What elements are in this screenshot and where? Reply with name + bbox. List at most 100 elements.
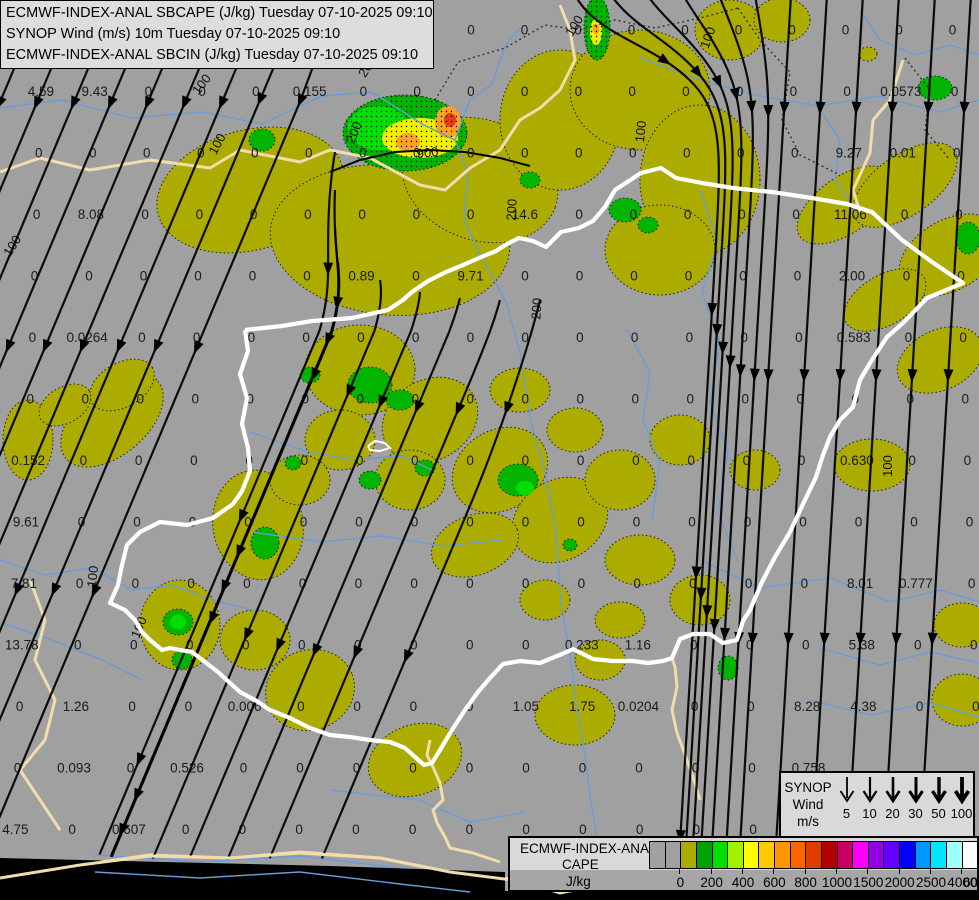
grid-zero-label: 0: [903, 269, 911, 284]
cape-legend-unit: J/kg: [566, 874, 591, 889]
grid-zero-label: 0: [466, 453, 474, 468]
grid-zero-label: 0: [914, 638, 922, 653]
grid-zero-label: 0: [305, 146, 313, 161]
grid-zero-label: 0: [302, 330, 310, 345]
cape-colorbar-ticks: 0200400600800100015002000250040006000: [649, 869, 979, 891]
grid-zero-label: 0: [964, 453, 972, 468]
grid-value-label: 9.27: [836, 146, 862, 161]
cape-tick-label: 2500: [915, 875, 947, 890]
cape-tick: [773, 869, 775, 874]
grid-zero-label: 0: [522, 576, 530, 591]
grid-zero-label: 0: [355, 515, 363, 530]
grid-zero-label: 0: [522, 453, 530, 468]
wind-speed-label: 20: [885, 806, 900, 821]
cape-tick-label: 1000: [821, 875, 853, 890]
grid-zero-label: 0: [792, 207, 800, 222]
grid-value-label: 8.01: [847, 576, 873, 591]
wind-speed-label: 100: [950, 806, 973, 821]
cape-colorbar-cell: [914, 842, 931, 868]
grid-zero-label: 0: [251, 146, 259, 161]
grid-zero-label: 0: [842, 23, 850, 38]
wind-arrow-icon: [884, 777, 901, 804]
grid-value-label: 0.777: [899, 576, 933, 591]
grid-zero-label: 0: [196, 207, 204, 222]
grid-value-label: 0.89: [348, 269, 374, 284]
grid-zero-label: 0: [249, 269, 257, 284]
grid-value-label: 9.61: [13, 515, 39, 530]
grid-zero-label: 0: [355, 576, 363, 591]
grid-zero-label: 0: [240, 761, 248, 776]
grid-value-label: 9.71: [457, 269, 483, 284]
cape-colorbar-cell: [867, 842, 884, 868]
grid-zero-label: 0: [133, 515, 141, 530]
grid-zero-label: 0: [578, 576, 586, 591]
grid-zero-label: 0: [132, 576, 140, 591]
cape-tick: [710, 869, 712, 874]
grid-zero-label: 0: [908, 453, 916, 468]
map-title-box: ECMWF-INDEX-ANAL SBCAPE (J/kg) Tuesday 0…: [0, 0, 434, 69]
wind-legend: SYNOP Wind m/s 5 10 20 30 50 100: [779, 771, 975, 838]
wind-arrow-icon: [907, 777, 924, 804]
grid-value-label: 1.05: [513, 699, 539, 714]
grid-zero-label: 0: [143, 146, 151, 161]
grid-zero-label: 0: [685, 269, 693, 284]
grid-zero-label: 0: [636, 822, 644, 837]
grid-zero-label: 0: [191, 392, 199, 407]
grid-value-label: 0.01: [890, 146, 916, 161]
grid-zero-label: 0: [522, 515, 530, 530]
cape-tick: [898, 869, 900, 874]
cape-colorbar-cell: [883, 842, 899, 868]
wind-speed-label: 30: [908, 806, 923, 821]
grid-value-label: 0.607: [112, 822, 146, 837]
grid-zero-label: 0: [575, 84, 583, 99]
grid-zero-label: 0: [951, 84, 959, 99]
wind-legend-station: SYNOP: [784, 780, 832, 795]
grid-zero-label: 0: [467, 330, 475, 345]
cape-legend-parameter: CAPE: [562, 857, 599, 872]
grid-zero-label: 0: [411, 453, 419, 468]
grid-value-label: 0.155: [293, 84, 327, 99]
cape-colorbar-cell: [680, 842, 696, 868]
wind-speed-label: 5: [842, 806, 851, 821]
grid-value-label: 0.093: [57, 761, 91, 776]
cape-tick: [679, 869, 681, 874]
grid-zero-label: 0: [356, 392, 364, 407]
grid-zero-label: 0: [633, 576, 641, 591]
grid-zero-label: 0: [467, 207, 475, 222]
cape-legend: ECMWF-INDEX-ANAL CAPE J/kg 0 200 400 600 800…: [508, 836, 979, 892]
grid-zero-label: 0: [357, 330, 365, 345]
weather-map-page: 0 0 0 0 0 0 0 0 0 0 4.59 9.43 0 0 0 0.155 0 0 0 0 0 0 0 0 0 0 0.05…: [0, 0, 979, 900]
grid-zero-label: 0: [413, 84, 421, 99]
cape-colorbar-cell: [711, 842, 728, 868]
grid-value-label: 4.75: [2, 822, 28, 837]
cape-colorbar: [649, 841, 978, 869]
grid-zero-label: 0: [522, 822, 530, 837]
cape-tick-label: 800: [794, 875, 817, 890]
grid-zero-label: 0: [466, 515, 474, 530]
grid-zero-label: 0: [577, 515, 585, 530]
grid-value-label: 9.43: [81, 84, 107, 99]
grid-zero-label: 0: [467, 23, 475, 38]
cape-colorbar-cell: [945, 842, 962, 868]
wind-legend-unit: m/s: [797, 814, 819, 829]
cape-tick-label: 400: [731, 875, 755, 890]
wind-speed-column: 100: [950, 776, 973, 836]
grid-zero-label: 0: [467, 146, 475, 161]
grid-zero-label: 0: [295, 822, 303, 837]
grid-zero-label: 0: [791, 146, 799, 161]
grid-zero-label: 0: [352, 822, 360, 837]
grid-zero-label: 0: [959, 330, 967, 345]
grid-zero-label: 0: [575, 207, 583, 222]
grid-zero-label: 0: [910, 515, 918, 530]
grid-zero-label: 0: [85, 269, 93, 284]
contour-label: 900: [416, 144, 439, 161]
wind-legend-quantity: Wind: [792, 797, 824, 812]
grid-zero-label: 0: [630, 269, 638, 284]
grid-zero-label: 0: [683, 146, 691, 161]
contour-label: 100: [880, 455, 895, 477]
cape-colorbar-cell: [820, 842, 837, 868]
grid-zero-label: 0: [579, 822, 587, 837]
wind-speed-column: 5: [835, 776, 858, 836]
cape-colorbar-cell: [742, 842, 759, 868]
grid-zero-label: 0: [688, 515, 696, 530]
